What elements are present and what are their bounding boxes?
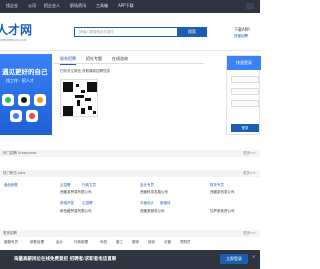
app-tile-icon [26, 110, 38, 122]
captcha-field[interactable] [231, 100, 259, 107]
company-link[interactable]: 西藏科技发展公司 [140, 190, 168, 195]
nav-item-company[interactable]: 公司 [28, 3, 36, 9]
app-download-title[interactable]: 下载APP [234, 27, 250, 33]
section-title: 热门招聘 Enterprise [3, 151, 37, 155]
company-link[interactable]: 西藏某信息公司 [210, 190, 235, 195]
company-link[interactable]: 西藏某贸易有限公司 [60, 190, 92, 195]
job-link[interactable]: 新媒体 [160, 201, 171, 206]
more-job-link[interactable]: 仓管 [164, 240, 171, 245]
app-tile-icon [10, 110, 22, 122]
more-job-link[interactable]: 行政助理 [74, 240, 88, 245]
banner-title: 遇见更好的自己 [2, 68, 48, 76]
section-title: 更多招聘 [3, 231, 17, 235]
company-link[interactable]: 拉萨某商贸公司 [210, 209, 235, 214]
job-link[interactable]: 食品销售 [4, 183, 18, 188]
section-more-jobs: 更多招聘 更多>> [0, 230, 260, 237]
tab-online-consult[interactable]: 在线咨询 [112, 56, 128, 62]
app-download-subtitle: 快速招聘 [234, 34, 248, 38]
job-link[interactable]: 会计专员 [140, 183, 154, 188]
content-tabs: 联系招聘 招社专题 在线咨询 [54, 54, 204, 65]
more-job-link[interactable]: 会计 [56, 240, 63, 245]
site-logo[interactable]: 人才网 [0, 21, 32, 38]
nav-item-app-download[interactable]: APP下载 [118, 3, 134, 9]
more-job-link[interactable]: 普工 [116, 240, 123, 245]
more-job-link[interactable]: 销售经理 [30, 240, 44, 245]
job-link[interactable]: 云招聘 [82, 201, 93, 206]
site-logo-subtitle: JOBSRENCAI.COM [0, 38, 27, 42]
job-link[interactable]: 平面设计 [140, 201, 154, 206]
login-panel: 快速登录 登录 [226, 55, 261, 135]
bottom-login-button[interactable]: 立即登录 [220, 254, 248, 264]
app-tile-icon [18, 94, 30, 106]
company-link[interactable]: 新西藏贸易有限公司 [60, 209, 92, 214]
job-link[interactable]: 行政文员 [82, 183, 96, 188]
section-title: 热门职位 Jobs [3, 171, 26, 175]
more-link[interactable]: 更多>> [243, 231, 256, 236]
banner-subtitle: 找工作 · 招人才 [6, 78, 34, 83]
login-title: 快速登录 [236, 60, 252, 65]
login-header: 快速登录 [227, 56, 261, 70]
section-hot-jobs: 热门职位 Jobs 更多>> [0, 170, 260, 177]
bottom-promo-text: 海量高薪岗位在线免费直招 招聘者/求职者电话直聊 [14, 257, 117, 262]
contact-text: 扫码关注微信 获取最新招聘信息 [60, 69, 111, 73]
qr-code [60, 79, 98, 117]
job-link[interactable]: 前端开发 [60, 201, 74, 206]
more-job-link[interactable]: 客服专员 [4, 240, 18, 245]
user-menu-icon[interactable] [246, 3, 254, 9]
banner-app-icons [2, 94, 50, 128]
job-link[interactable]: 财务专员 [210, 183, 224, 188]
top-navigation-bar: 找企业 公司 招企业人 职场资讯 工具箱 APP下载 [0, 0, 260, 13]
username-field[interactable] [231, 76, 259, 83]
more-job-link[interactable]: 厨师 [132, 240, 139, 245]
job-link[interactable]: 云招聘 [60, 183, 71, 188]
app-tile-icon [34, 94, 46, 106]
password-field[interactable] [231, 88, 259, 95]
section-hot-enterprises: 热门招聘 Enterprise 更多>> [0, 150, 260, 157]
header-divider [0, 50, 260, 51]
nav-item-toolbox[interactable]: 工具箱 [96, 3, 108, 9]
search-placeholder: 请输入要搜索的关键字 [79, 30, 114, 34]
login-button[interactable]: 登录 [231, 124, 259, 132]
nav-item-career-news[interactable]: 职场资讯 [70, 3, 86, 9]
nav-item-recruit[interactable]: 招企业人 [44, 3, 60, 9]
more-job-link[interactable]: 司机 [100, 240, 107, 245]
nav-item-find-company[interactable]: 找企业 [6, 3, 18, 9]
more-link[interactable]: 更多>> [243, 151, 256, 156]
more-job-link[interactable]: 保安 [148, 240, 155, 245]
promo-banner[interactable]: 遇见更好的自己 找工作 · 招人才 [0, 54, 52, 135]
bottom-promo-bar: 海量高薪岗位在线免费直招 招聘者/求职者电话直聊 立即登录 × [0, 250, 260, 269]
tab-contact-recruit[interactable]: 联系招聘 [60, 56, 76, 65]
more-job-link[interactable]: 导购员 [180, 240, 191, 245]
close-icon[interactable]: × [252, 254, 255, 259]
more-link[interactable]: 更多>> [243, 171, 256, 176]
app-tile-icon [2, 94, 14, 106]
search-input[interactable]: 请输入要搜索的关键字 [74, 27, 178, 37]
company-link[interactable]: 西藏某服务公司 [140, 209, 165, 214]
tab-special-topics[interactable]: 招社专题 [86, 56, 102, 62]
search-button[interactable]: 搜索 [177, 27, 207, 37]
